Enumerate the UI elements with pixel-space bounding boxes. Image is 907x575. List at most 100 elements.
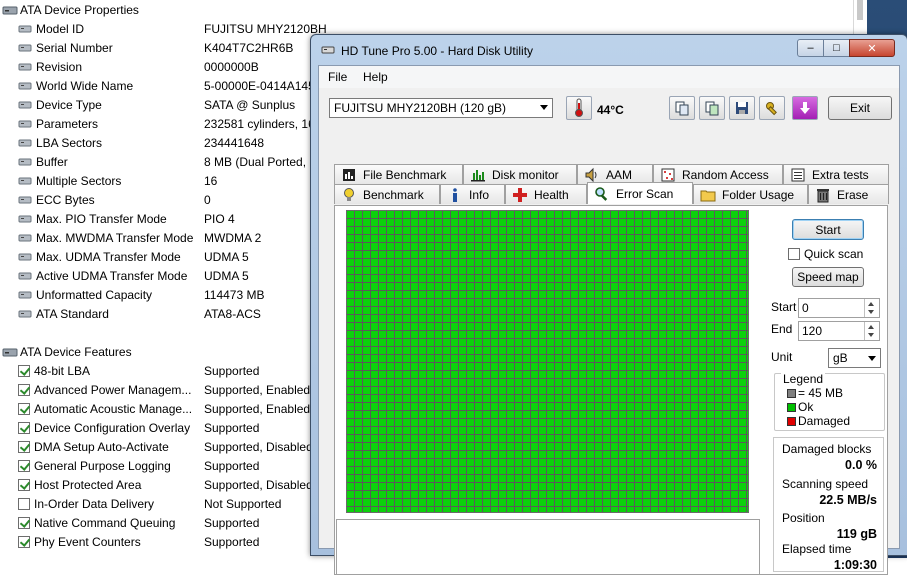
tab-benchmark[interactable]: Benchmark: [334, 184, 440, 204]
checkbox[interactable]: [18, 364, 30, 377]
checkbox[interactable]: [18, 440, 30, 453]
start-label: Start: [771, 300, 797, 314]
speed-map-button[interactable]: Speed map: [792, 267, 864, 287]
feature-row[interactable]: Phy Event Counters: [18, 532, 318, 551]
drive-select-value: FUJITSU MHY2120BH (120 gB): [334, 101, 507, 115]
legend-item: = 45 MB: [787, 386, 843, 400]
temperature-button[interactable]: [566, 96, 592, 120]
title-bar[interactable]: HD Tune Pro 5.00 - Hard Disk Utility – □…: [311, 35, 907, 65]
checkbox[interactable]: [18, 497, 30, 510]
property-row[interactable]: LBA Sectors: [18, 133, 318, 152]
row-value: FUJITSU MHY2120BH: [204, 21, 327, 36]
property-row[interactable]: Max. PIO Transfer Mode: [18, 209, 318, 228]
temperature-readout: 44°C: [597, 103, 624, 117]
spin-arrows-icon[interactable]: [864, 299, 879, 317]
end-input-value: 120: [802, 324, 823, 338]
tab-disk-monitor[interactable]: Disk monitor: [463, 164, 577, 184]
tab-label: AAM: [606, 167, 633, 182]
tab-aam[interactable]: AAM: [577, 164, 653, 184]
tab-error-scan[interactable]: Error Scan: [587, 182, 693, 204]
property-row[interactable]: Multiple Sectors: [18, 171, 318, 190]
property-bullet-icon: [18, 158, 32, 166]
checkbox[interactable]: [18, 383, 30, 396]
row-label: Max. MWDMA Transfer Mode: [36, 230, 194, 245]
checkbox[interactable]: [18, 516, 30, 529]
tab-info[interactable]: Info: [440, 184, 505, 204]
exit-button[interactable]: Exit: [828, 96, 892, 120]
drive-select[interactable]: FUJITSU MHY2120BH (120 gB): [329, 98, 553, 118]
chevron-down-icon: [868, 356, 876, 361]
checkbox[interactable]: [788, 248, 800, 260]
row-label: LBA Sectors: [36, 135, 103, 150]
property-bullet-icon: [18, 63, 32, 71]
feature-row[interactable]: Device Configuration Overlay: [18, 418, 318, 437]
checkbox[interactable]: [18, 459, 30, 472]
tab-extra-tests[interactable]: Extra tests: [783, 164, 889, 184]
checkbox[interactable]: [18, 402, 30, 415]
menu-file[interactable]: File: [328, 70, 347, 84]
tab-health[interactable]: Health: [505, 184, 587, 204]
tab-folder-usage[interactable]: Folder Usage: [693, 184, 808, 204]
row-label: ECC Bytes: [36, 192, 95, 207]
save-button[interactable]: [729, 96, 755, 120]
copy-screenshot-button[interactable]: [699, 96, 725, 120]
row-value: K404T7C2HR6B: [204, 40, 294, 55]
maximize-button[interactable]: □: [823, 39, 850, 57]
section-title: ATA Device Properties: [20, 2, 139, 17]
row-label: Phy Event Counters: [34, 534, 141, 549]
row-label: Multiple Sectors: [36, 173, 122, 188]
property-bullet-icon: [18, 215, 32, 223]
property-row[interactable]: ECC Bytes: [18, 190, 318, 209]
property-bullet-icon: [18, 44, 32, 52]
checkbox[interactable]: [18, 535, 30, 548]
elapsed-time-value: 1:09:30: [833, 558, 877, 572]
drive-icon: [2, 348, 18, 356]
copy-text-button[interactable]: [669, 96, 695, 120]
spin-arrows-icon[interactable]: [864, 322, 879, 340]
tab-erase[interactable]: Erase: [808, 184, 889, 204]
unit-select[interactable]: gB: [828, 348, 881, 368]
property-row[interactable]: Revision: [18, 57, 318, 76]
start-button[interactable]: Start: [792, 219, 864, 240]
tab-file-benchmark[interactable]: File Benchmark: [334, 164, 463, 184]
magnifier-icon: [595, 186, 608, 201]
health-cross-icon: [513, 187, 527, 202]
info-icon: [453, 187, 457, 202]
property-row[interactable]: Max. UDMA Transfer Mode: [18, 247, 318, 266]
copy-icon: [675, 101, 689, 116]
start-input[interactable]: 0: [798, 298, 880, 318]
row-label: Buffer: [36, 154, 68, 169]
row-value: PIO 4: [204, 211, 235, 226]
tab-random-access[interactable]: Random Access: [653, 164, 783, 184]
checkbox[interactable]: [18, 421, 30, 434]
tab-label: Folder Usage: [722, 187, 795, 202]
scrollbar-thumb[interactable]: [857, 0, 863, 20]
menu-help[interactable]: Help: [363, 70, 388, 84]
row-value: Supported, Disabled: [204, 477, 313, 492]
options-button[interactable]: [759, 96, 785, 120]
end-input[interactable]: 120: [798, 321, 880, 341]
property-row[interactable]: Active UDMA Transfer Mode: [18, 266, 318, 285]
client-area: File Help FUJITSU MHY2120BH (120 gB) 44°…: [318, 65, 900, 575]
row-label: Active UDMA Transfer Mode: [36, 268, 188, 283]
row-value: Supported: [204, 420, 260, 435]
property-row[interactable]: Unformatted Capacity: [18, 285, 318, 304]
property-bullet-icon: [18, 139, 32, 147]
row-value: UDMA 5: [204, 249, 249, 264]
property-bullet-icon: [18, 253, 32, 261]
minimize-button[interactable]: –: [797, 39, 824, 57]
scan-log-box[interactable]: [336, 519, 760, 575]
row-label: Automatic Acoustic Manage...: [34, 401, 193, 416]
row-value: SATA @ Sunplus: [204, 97, 296, 112]
feature-row[interactable]: General Purpose Logging: [18, 456, 318, 475]
quick-scan-checkbox[interactable]: Quick scan: [788, 247, 863, 261]
download-update-button[interactable]: [792, 96, 818, 120]
property-row[interactable]: Max. MWDMA Transfer Mode: [18, 228, 318, 247]
feature-row[interactable]: 48-bit LBA: [18, 361, 318, 380]
row-value: Supported, Enabled: [204, 401, 311, 416]
property-row[interactable]: ATA Standard: [18, 304, 318, 323]
checkbox[interactable]: [18, 478, 30, 491]
row-value: 5-00000E-0414A1451: [204, 78, 322, 93]
feature-row[interactable]: Native Command Queuing: [18, 513, 318, 532]
close-button[interactable]: ✕: [849, 39, 895, 57]
